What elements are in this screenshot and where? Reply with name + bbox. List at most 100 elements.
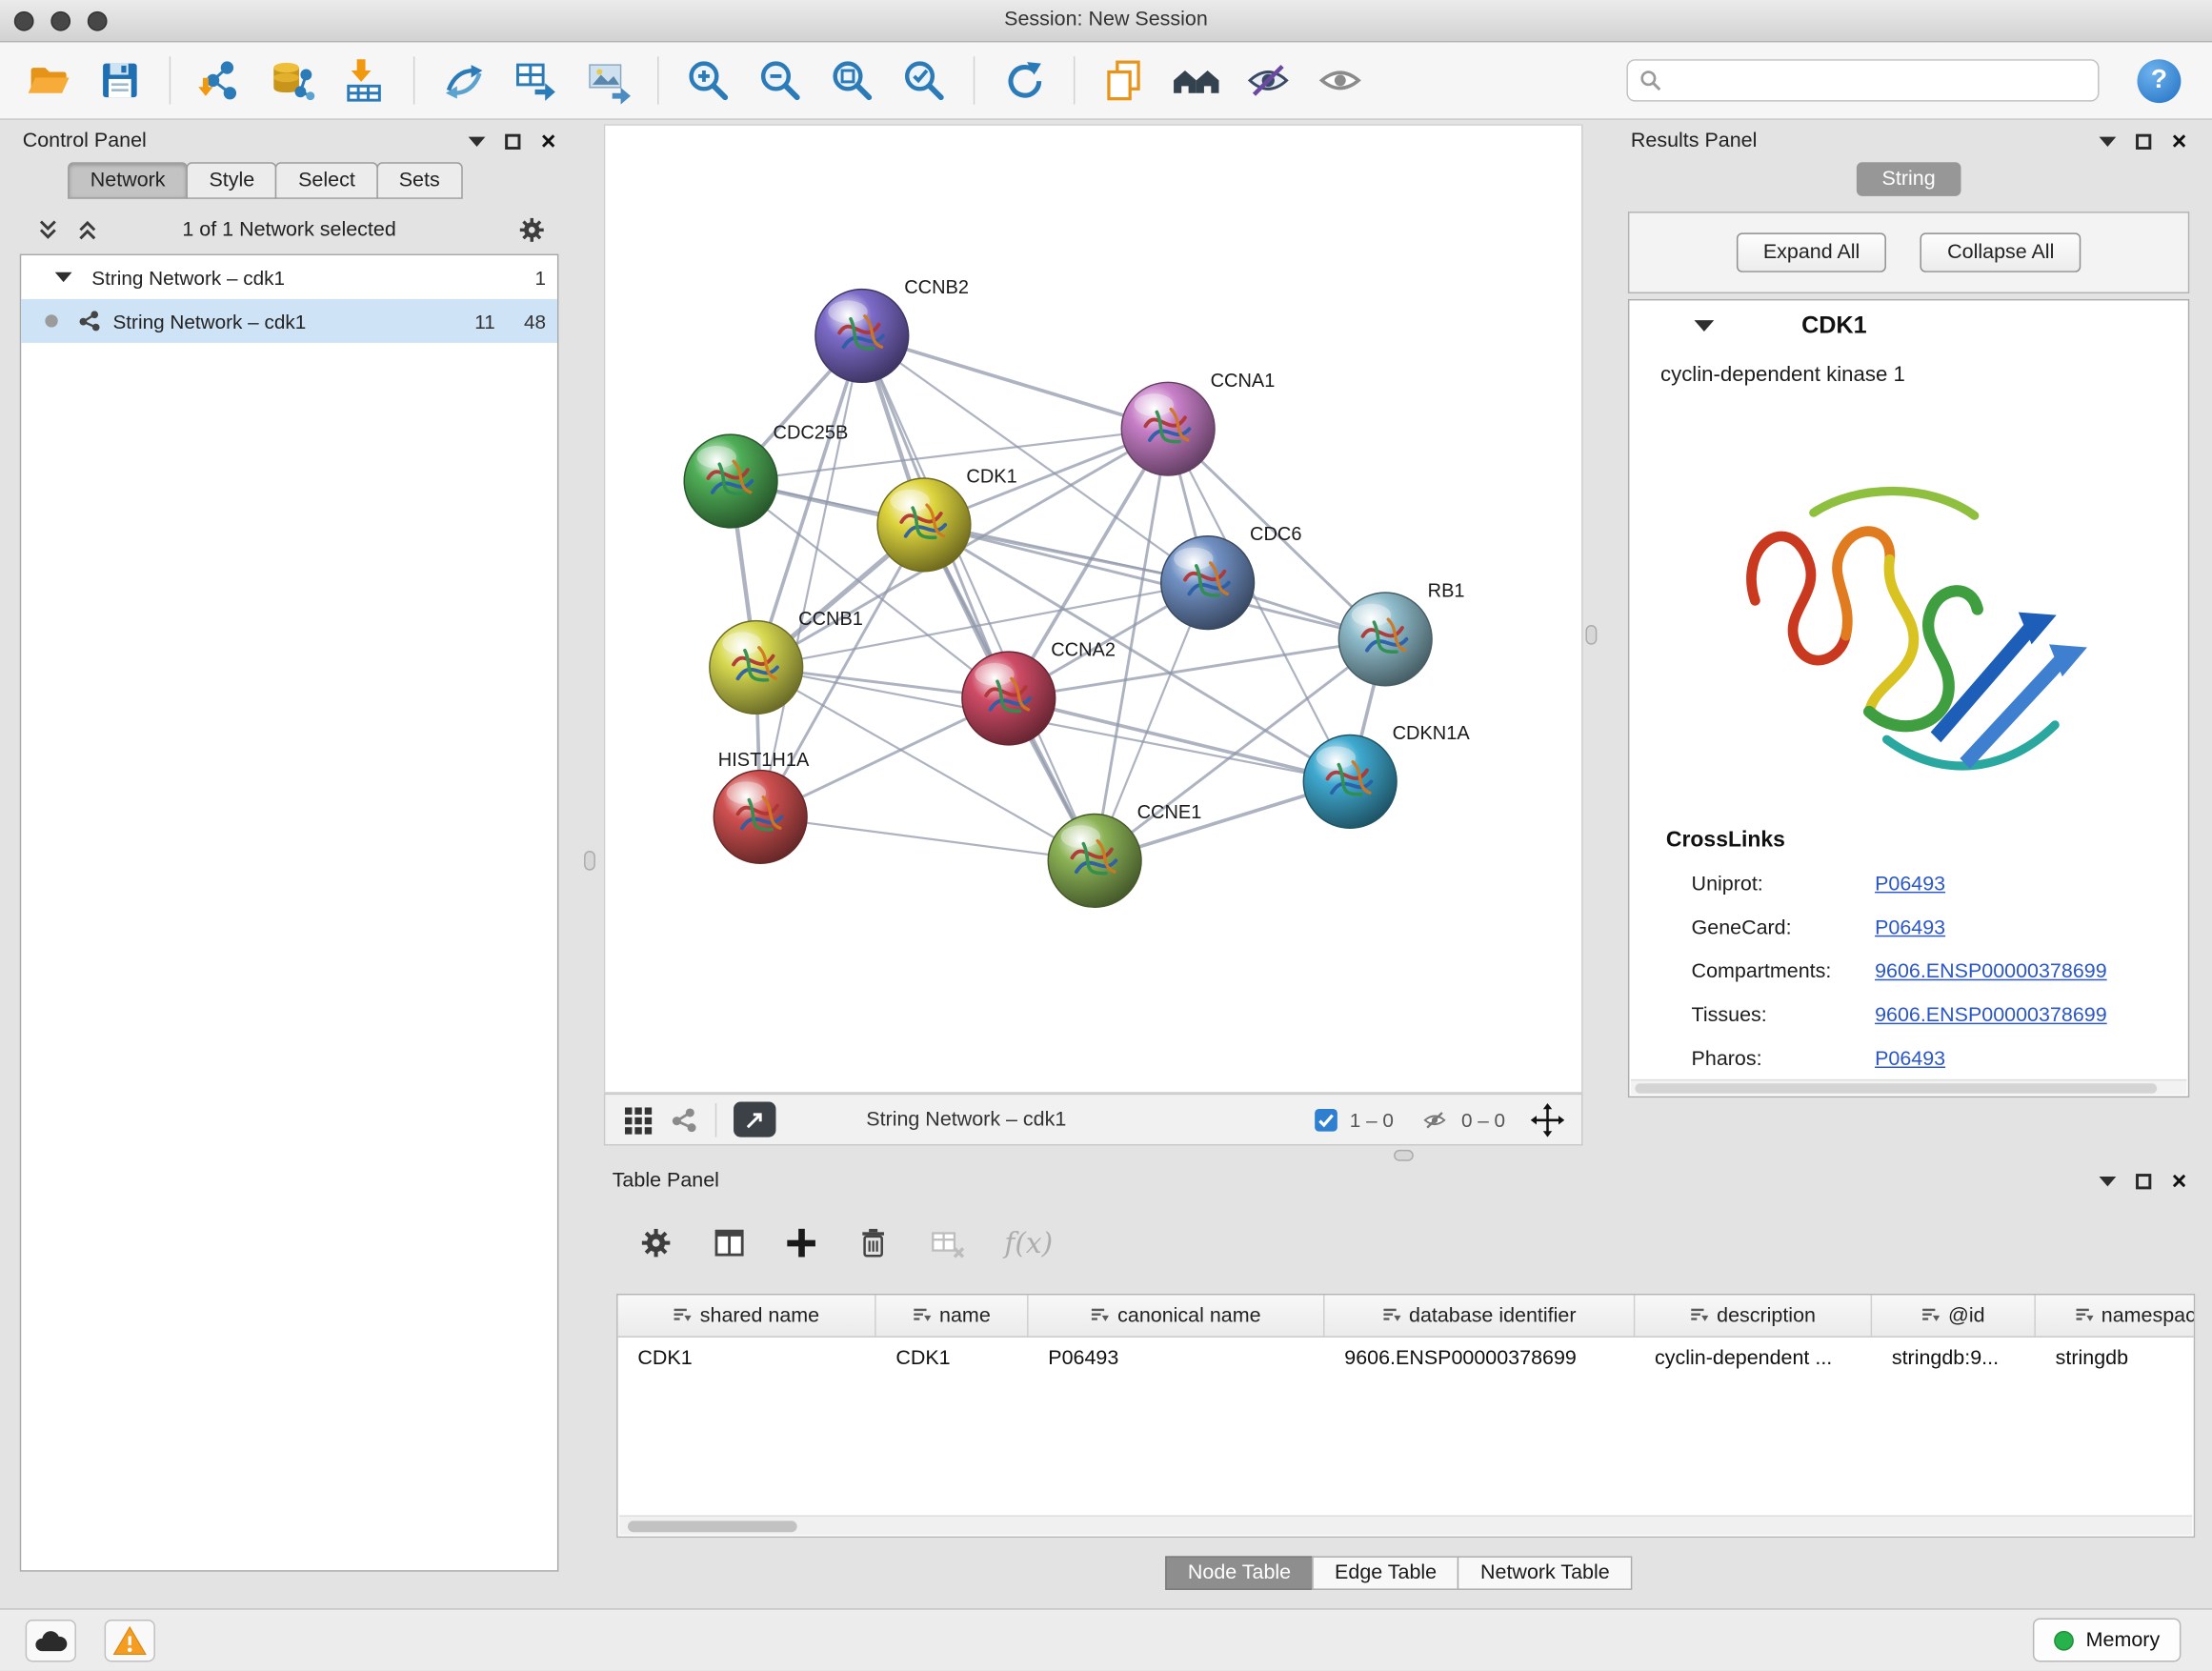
- tab-string[interactable]: String: [1857, 162, 1961, 196]
- network-node-label: CDC25B: [774, 423, 849, 444]
- import-network-from-file-button[interactable]: [191, 50, 248, 110]
- import-table-from-file-button[interactable]: [335, 50, 392, 110]
- open-session-button[interactable]: [20, 50, 76, 110]
- table-settings-gear-icon[interactable]: [637, 1224, 674, 1261]
- gene-collapse-icon[interactable]: [1695, 320, 1715, 332]
- network-operations-button[interactable]: [436, 50, 493, 110]
- crosslinks-rows: Uniprot:P06493GeneCard:P06493Compartment…: [1629, 862, 2187, 1081]
- splitter-handle[interactable]: [584, 851, 595, 871]
- tab-style[interactable]: Style: [187, 162, 277, 199]
- selected-checkbox-icon[interactable]: [1313, 1107, 1338, 1133]
- column-header-description[interactable]: description: [1635, 1295, 1872, 1336]
- crosslink-link[interactable]: 9606.ENSP00000378699: [1875, 960, 2107, 983]
- add-column-plus-icon[interactable]: [784, 1226, 818, 1260]
- tab-network[interactable]: Network: [68, 162, 188, 199]
- zoom-selected-button[interactable]: [895, 50, 952, 110]
- column-header-canonical-name[interactable]: canonical name: [1029, 1295, 1325, 1336]
- crosslink-link[interactable]: P06493: [1875, 916, 1945, 939]
- tab-edge-table[interactable]: Edge Table: [1312, 1556, 1458, 1590]
- network-edge[interactable]: [760, 335, 862, 816]
- delete-column-trash-icon[interactable]: [855, 1224, 892, 1261]
- save-session-button[interactable]: [91, 50, 148, 110]
- column-header-shared-name[interactable]: shared name: [618, 1295, 876, 1336]
- splitter-handle[interactable]: [1394, 1150, 1414, 1161]
- network-edge[interactable]: [862, 335, 1095, 860]
- share-network-icon[interactable]: [670, 1105, 698, 1134]
- help-button[interactable]: ?: [2138, 58, 2182, 102]
- tab-select[interactable]: Select: [275, 162, 377, 199]
- warnings-button[interactable]: [105, 1620, 155, 1661]
- network-canvas[interactable]: CCNB2CCNA1CDC25BCDK1CDC6RB1CCNB1CCNA2CDK…: [604, 124, 1583, 1093]
- table-scrollbar[interactable]: [619, 1515, 2192, 1535]
- toolbar-separator: [1074, 56, 1075, 104]
- network-node[interactable]: RB1: [1338, 580, 1464, 685]
- zoom-in-button[interactable]: [680, 50, 736, 110]
- network-node[interactable]: CDK1: [877, 466, 1017, 571]
- network-node[interactable]: CCNA2: [962, 640, 1116, 745]
- homology-button[interactable]: [1168, 50, 1224, 110]
- panel-menu-icon[interactable]: [2100, 136, 2117, 146]
- network-edge[interactable]: [1009, 698, 1350, 781]
- panel-menu-icon[interactable]: [469, 136, 486, 146]
- clone-network-button[interactable]: [1096, 50, 1153, 110]
- network-node[interactable]: CCNB1: [710, 609, 863, 714]
- column-header-namespace[interactable]: namespace: [2036, 1295, 2195, 1336]
- network-edge[interactable]: [862, 335, 1168, 429]
- results-panel-title: Results Panel: [1631, 130, 1757, 152]
- expand-all-button[interactable]: Expand All: [1737, 232, 1887, 272]
- cloud-status-button[interactable]: [26, 1620, 76, 1661]
- panel-float-icon[interactable]: [2137, 133, 2152, 149]
- column-header-database-identifier[interactable]: database identifier: [1325, 1295, 1636, 1336]
- hidden-eye-slash-icon[interactable]: [1419, 1107, 1451, 1133]
- column-header-@id[interactable]: @id: [1872, 1295, 2036, 1336]
- network-node[interactable]: CCNA1: [1121, 371, 1275, 475]
- import-network-from-database-button[interactable]: [264, 50, 320, 110]
- panel-float-icon[interactable]: [506, 133, 521, 149]
- pan-crosshair-icon[interactable]: [1531, 1102, 1565, 1137]
- table-row[interactable]: CDK1CDK1P064939606.ENSP00000378699cyclin…: [618, 1338, 2194, 1379]
- column-header-name[interactable]: name: [876, 1295, 1029, 1336]
- panel-close-icon[interactable]: ×: [2172, 1171, 2187, 1191]
- network-node[interactable]: CDC25B: [684, 423, 848, 528]
- results-scrollbar[interactable]: [1631, 1079, 2186, 1095]
- tree-expand-icon[interactable]: [55, 272, 72, 282]
- gear-icon[interactable]: [516, 214, 548, 246]
- search-input[interactable]: [1670, 70, 2086, 92]
- network-collection-row[interactable]: String Network – cdk1 1: [21, 255, 557, 299]
- panel-float-icon[interactable]: [2137, 1173, 2152, 1188]
- collapse-all-button[interactable]: Collapse All: [1920, 232, 2081, 272]
- scrollbar-thumb[interactable]: [628, 1520, 797, 1532]
- memory-button[interactable]: Memory: [2032, 1619, 2181, 1662]
- search-box[interactable]: [1626, 59, 2099, 101]
- zoom-out-button[interactable]: [752, 50, 808, 110]
- crosslink-link[interactable]: P06493: [1875, 873, 1945, 896]
- hide-unhide-button[interactable]: [1240, 50, 1297, 110]
- fit-content-button[interactable]: [824, 50, 880, 110]
- panel-menu-icon[interactable]: [2100, 1176, 2117, 1185]
- panel-close-icon[interactable]: ×: [541, 131, 556, 151]
- table-cell: CDK1: [876, 1338, 1029, 1379]
- tab-sets[interactable]: Sets: [376, 162, 462, 199]
- gene-header[interactable]: CDK1: [1629, 300, 2187, 351]
- toolbar-separator: [413, 56, 414, 104]
- birds-eye-view-icon[interactable]: [622, 1104, 654, 1136]
- export-image-button[interactable]: [580, 50, 636, 110]
- network-view-toolbar: String Network – cdk1 1 – 0 0 – 0: [604, 1094, 1583, 1146]
- network-node[interactable]: HIST1H1A: [714, 750, 810, 863]
- open-in-new-view-button[interactable]: [734, 1102, 775, 1137]
- network-row[interactable]: String Network – cdk1 11 48: [21, 299, 557, 343]
- scrollbar-thumb[interactable]: [1635, 1083, 2157, 1093]
- toolbar-separator: [715, 1102, 716, 1137]
- network-edge[interactable]: [760, 816, 1095, 860]
- tab-network-table[interactable]: Network Table: [1458, 1556, 1632, 1590]
- tab-node-table[interactable]: Node Table: [1165, 1556, 1314, 1590]
- show-panel-button[interactable]: [1312, 50, 1368, 110]
- panel-close-icon[interactable]: ×: [2172, 131, 2187, 151]
- splitter-handle[interactable]: [1585, 625, 1597, 645]
- new-network-from-selection-button[interactable]: [508, 50, 564, 110]
- crosslink-link[interactable]: 9606.ENSP00000378699: [1875, 1004, 2107, 1027]
- refresh-network-button[interactable]: [995, 50, 1052, 110]
- show-columns-icon[interactable]: [711, 1224, 748, 1261]
- crosslink-link[interactable]: P06493: [1875, 1048, 1945, 1071]
- network-node[interactable]: CCNB2: [815, 277, 969, 382]
